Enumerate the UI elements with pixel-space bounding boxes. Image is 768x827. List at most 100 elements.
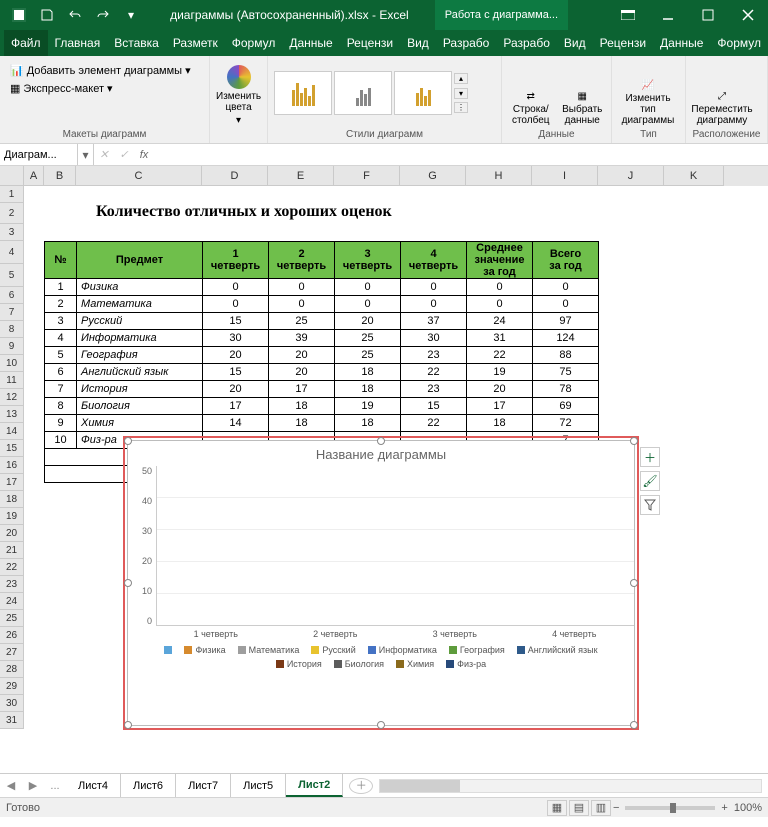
normal-view-icon[interactable]: ▦	[547, 800, 567, 816]
legend-item[interactable]: Химия	[396, 659, 434, 669]
ribbon-tab[interactable]: Разрабо	[436, 30, 497, 56]
row-header[interactable]: 1	[0, 186, 24, 203]
table-cell[interactable]: 0	[533, 279, 599, 296]
legend-item[interactable]: Английский язык	[517, 645, 598, 655]
legend-item[interactable]: История	[276, 659, 322, 669]
chart-style-thumb[interactable]	[334, 71, 392, 115]
table-cell[interactable]: 0	[401, 296, 467, 313]
table-cell[interactable]: 4	[45, 330, 77, 347]
row-header[interactable]: 13	[0, 406, 24, 423]
table-cell[interactable]: 30	[203, 330, 269, 347]
table-cell[interactable]: 37	[401, 313, 467, 330]
row-header[interactable]: 10	[0, 355, 24, 372]
qat-dropdown-icon[interactable]: ▾	[118, 3, 144, 27]
table-cell[interactable]: 18	[467, 415, 533, 432]
table-cell[interactable]: 3	[45, 313, 77, 330]
table-cell[interactable]: 17	[203, 398, 269, 415]
table-cell[interactable]: 24	[467, 313, 533, 330]
table-header-cell[interactable]: 1четверть	[203, 242, 269, 279]
table-cell[interactable]: 15	[203, 313, 269, 330]
legend-item[interactable]: Физика	[184, 645, 225, 655]
column-header[interactable]: G	[400, 166, 466, 186]
table-cell[interactable]: 18	[335, 415, 401, 432]
legend-item[interactable]	[164, 645, 172, 655]
row-header[interactable]: 24	[0, 593, 24, 610]
row-header[interactable]: 16	[0, 457, 24, 474]
table-cell[interactable]: Биология	[77, 398, 203, 415]
table-cell[interactable]: 15	[203, 364, 269, 381]
switch-row-column-button[interactable]: ⇄Строка/ столбец	[508, 60, 554, 126]
cancel-formula-icon[interactable]: ✕	[94, 144, 114, 165]
table-cell[interactable]: 0	[467, 296, 533, 313]
row-header[interactable]: 2	[0, 203, 24, 224]
chart-legend[interactable]: ФизикаМатематикаРусскийИнформатикаГеогра…	[128, 639, 634, 673]
sheet-tab[interactable]: Лист7	[176, 774, 231, 797]
table-cell[interactable]: 20	[269, 347, 335, 364]
table-cell[interactable]: 15	[401, 398, 467, 415]
tab-разрабо[interactable]: Разрабо	[496, 30, 557, 56]
table-cell[interactable]: 22	[401, 364, 467, 381]
legend-item[interactable]: Русский	[311, 645, 355, 655]
zoom-slider[interactable]	[625, 806, 715, 810]
table-cell[interactable]: 18	[269, 398, 335, 415]
select-data-button[interactable]: ▦Выбрать данные	[560, 60, 606, 126]
ribbon-tab[interactable]: Главная	[48, 30, 108, 56]
table-cell[interactable]: Химия	[77, 415, 203, 432]
column-header[interactable]: I	[532, 166, 598, 186]
chart-style-thumb[interactable]	[274, 71, 332, 115]
gallery-up-icon[interactable]: ▴	[454, 73, 468, 84]
column-header[interactable]: A	[24, 166, 44, 186]
gallery-more-icon[interactable]: ⋮	[454, 102, 468, 113]
chart-object[interactable]: ＋ 🖌 Название диаграммы 50403020100 1 чет…	[127, 440, 635, 726]
zoom-level[interactable]: 100%	[734, 802, 762, 814]
enter-formula-icon[interactable]: ✓	[114, 144, 134, 165]
row-header[interactable]: 22	[0, 559, 24, 576]
table-cell[interactable]: 0	[335, 279, 401, 296]
table-cell[interactable]: 0	[269, 279, 335, 296]
row-header[interactable]: 8	[0, 321, 24, 338]
table-cell[interactable]: 0	[401, 279, 467, 296]
row-header[interactable]: 27	[0, 644, 24, 661]
table-cell[interactable]: Физика	[77, 279, 203, 296]
horizontal-scrollbar[interactable]	[379, 779, 762, 793]
table-cell[interactable]: 17	[269, 381, 335, 398]
table-cell[interactable]: 0	[269, 296, 335, 313]
minimize-icon[interactable]	[648, 0, 688, 30]
sheets-overflow-icon[interactable]: ...	[44, 780, 66, 792]
table-cell[interactable]: 39	[269, 330, 335, 347]
sheet-tab[interactable]: Лист6	[121, 774, 176, 797]
quick-layout-button[interactable]: ▦Экспресс-макет ▾	[6, 80, 117, 97]
legend-item[interactable]: География	[449, 645, 505, 655]
legend-item[interactable]: Информатика	[368, 645, 437, 655]
table-cell[interactable]: 7	[45, 381, 77, 398]
row-headers[interactable]: 1234567891011121314151617181920212223242…	[0, 186, 24, 729]
fx-icon[interactable]: fx	[134, 144, 154, 165]
table-cell[interactable]: 22	[467, 347, 533, 364]
page-layout-view-icon[interactable]: ▤	[569, 800, 589, 816]
new-sheet-button[interactable]: ＋	[349, 778, 373, 794]
zoom-in-icon[interactable]: +	[721, 802, 727, 814]
row-header[interactable]: 23	[0, 576, 24, 593]
sheet-nav-prev-icon[interactable]: ◀	[0, 779, 22, 792]
table-cell[interactable]: 18	[269, 415, 335, 432]
column-header[interactable]: C	[76, 166, 202, 186]
ribbon-tab[interactable]: Формул	[225, 30, 283, 56]
row-header[interactable]: 12	[0, 389, 24, 406]
maximize-icon[interactable]	[688, 0, 728, 30]
column-header[interactable]: H	[466, 166, 532, 186]
table-cell[interactable]: 14	[203, 415, 269, 432]
table-cell[interactable]: 1	[45, 279, 77, 296]
legend-item[interactable]: Биология	[334, 659, 384, 669]
table-cell[interactable]: 22	[401, 415, 467, 432]
table-cell[interactable]: Английский язык	[77, 364, 203, 381]
sheet-tab[interactable]: Лист5	[231, 774, 286, 797]
table-header-cell[interactable]: 2четверть	[269, 242, 335, 279]
row-header[interactable]: 19	[0, 508, 24, 525]
table-cell[interactable]: 20	[335, 313, 401, 330]
page-break-view-icon[interactable]: ▥	[591, 800, 611, 816]
table-cell[interactable]: История	[77, 381, 203, 398]
save-icon[interactable]	[34, 3, 60, 27]
table-cell[interactable]: 31	[467, 330, 533, 347]
worksheet-grid[interactable]: ABCDEFGHIJK 1234567891011121314151617181…	[0, 166, 768, 773]
table-cell[interactable]: 23	[401, 347, 467, 364]
